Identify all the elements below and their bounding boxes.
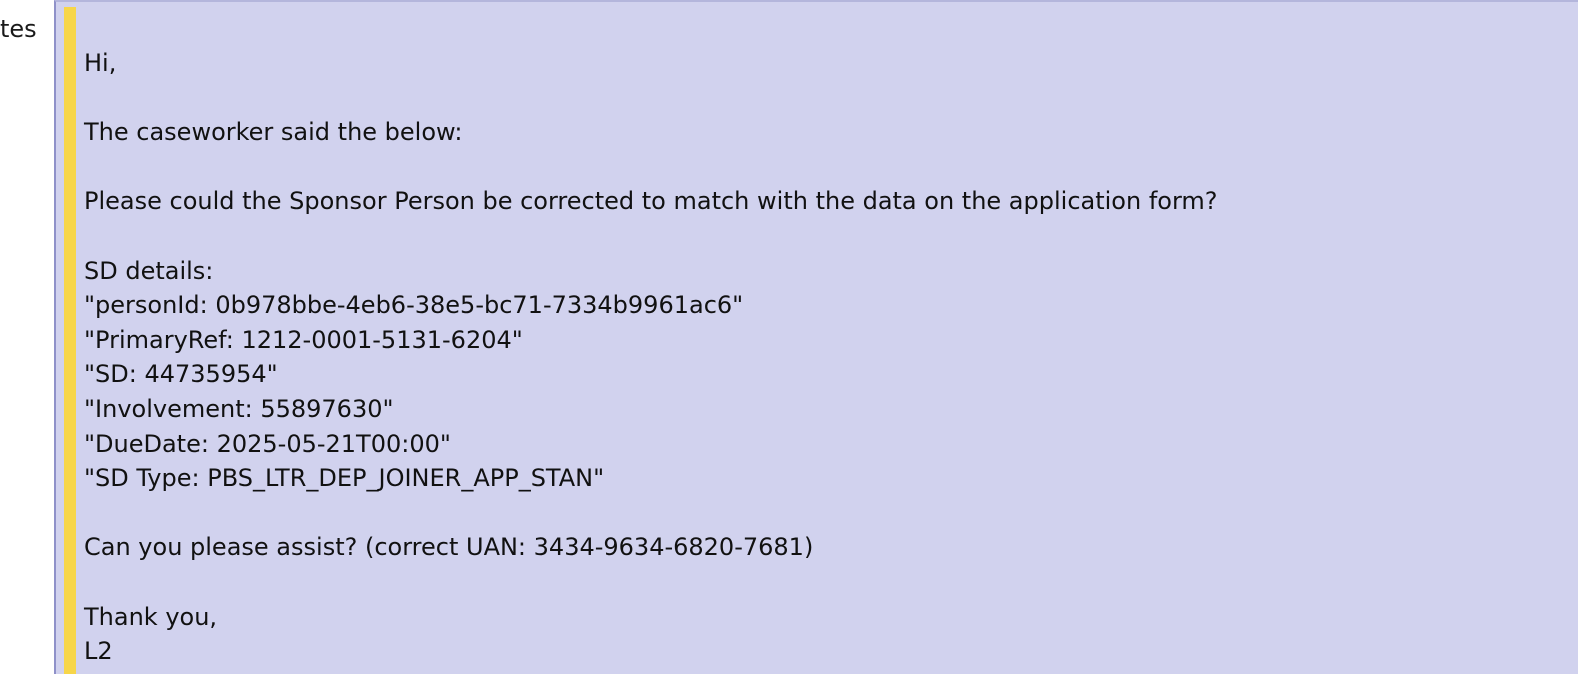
- message-line: "personId: 0b978bbe-4eb6-38e5-bc71-7334b…: [84, 291, 744, 320]
- note-body: Hi, The caseworker said the below: Pleas…: [84, 46, 1564, 669]
- note-panel: Hi, The caseworker said the below: Pleas…: [54, 0, 1578, 674]
- message-line: "Involvement: 55897630": [84, 394, 394, 423]
- message-line: [84, 565, 1564, 600]
- page: tes Hi, The caseworker said the below: P…: [0, 0, 1578, 674]
- message-line: [84, 219, 1564, 254]
- message-line: SD details:: [84, 256, 214, 285]
- message-line: Can you please assist? (correct UAN: 343…: [84, 533, 814, 562]
- message-line: The caseworker said the below:: [84, 118, 463, 147]
- message-line: "SD Type: PBS_LTR_DEP_JOINER_APP_STAN": [84, 464, 605, 493]
- note-accent-bar: [64, 7, 76, 674]
- message-line: Please could the Sponsor Person be corre…: [84, 187, 1218, 216]
- message-line: Hi,: [84, 49, 117, 77]
- side-label: tes: [0, 15, 37, 43]
- message-line: Thank you,: [84, 602, 218, 631]
- message-line: "SD: 44735954": [84, 360, 278, 389]
- message-line: "DueDate: 2025-05-21T00:00": [84, 429, 451, 458]
- message-line: L2: [84, 637, 113, 666]
- message-line: "PrimaryRef: 1212-0001-5131-6204": [84, 325, 523, 354]
- message-line: [84, 150, 1564, 185]
- message-line: [84, 496, 1564, 531]
- message-line: [84, 81, 1564, 116]
